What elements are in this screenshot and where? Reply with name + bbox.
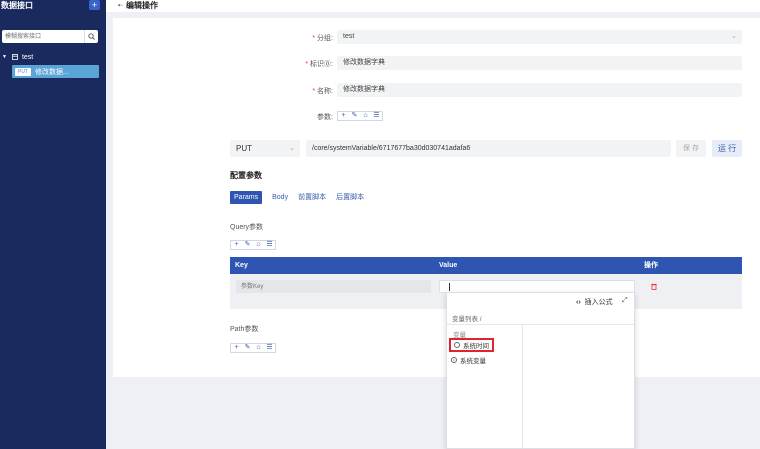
sidebar-search [2, 30, 98, 43]
sidebar-group-test[interactable]: ▼ test [2, 52, 33, 62]
expand-icon[interactable]: ⤢ [622, 297, 628, 305]
popup-header: ‹› 插入公式 ⤢ [447, 293, 634, 311]
text-cursor [449, 283, 450, 291]
path-toolbar: + ✎ ⌂ ☰ [230, 343, 276, 353]
folder-icon [12, 54, 18, 60]
edit-icon[interactable]: ✎ [242, 241, 253, 249]
insert-formula-button[interactable]: ‹› 插入公式 [576, 297, 613, 307]
edit-icon[interactable]: ✎ [349, 112, 360, 120]
name-label: * 名称: [312, 88, 333, 95]
path-title: Path参数 [230, 326, 259, 333]
column-key: Key [235, 262, 248, 269]
config-title: 配置参数 [230, 171, 262, 180]
group-select[interactable]: test ⌄ [337, 30, 742, 44]
divider [522, 324, 523, 448]
delete-icon[interactable]: ⌂ [253, 344, 264, 352]
variable-system-variable[interactable]: • 系统变量 [451, 354, 486, 365]
trash-icon[interactable] [651, 283, 657, 290]
search-input[interactable] [2, 30, 84, 43]
method-badge: PUT [15, 67, 31, 76]
query-toolbar: + ✎ ⌂ ☰ [230, 240, 276, 250]
sidebar-item-label: 修改数据... [35, 68, 69, 76]
query-title: Query参数 [230, 224, 264, 231]
list-icon[interactable]: ☰ [264, 344, 275, 352]
column-value: Value [439, 262, 458, 269]
url-field[interactable]: /core/systemVariable/6717677ba30d030741a… [306, 140, 671, 157]
tab-params[interactable]: Params [230, 191, 263, 204]
add-icon[interactable]: + [231, 344, 242, 352]
config-tabs: Params Body 前置脚本 后置脚本 [230, 191, 374, 204]
variable-popup: ‹› 插入公式 ⤢ 变量列表 / 变量 系统时间 • 系统变量 [446, 292, 635, 449]
save-button[interactable]: 保 存 [676, 140, 706, 157]
caret-down-icon: ▼ [2, 54, 7, 60]
search-icon [88, 33, 95, 40]
search-button[interactable] [84, 30, 98, 43]
list-icon[interactable]: ☰ [371, 112, 382, 120]
topbar: ⇠ 编辑操作 [106, 0, 760, 12]
main-card [113, 18, 760, 377]
name-field[interactable]: 修改数据字典 [337, 83, 742, 97]
method-select[interactable]: PUT ⌄ [230, 140, 300, 157]
sidebar: 数据接口 + ▼ test PUT 修改数据... [0, 0, 106, 449]
clock-icon [454, 342, 460, 348]
params-toolbar: + ✎ ⌂ ☰ [337, 111, 383, 121]
page-title-text: 编辑操作 [126, 1, 159, 10]
edit-icon[interactable]: ✎ [242, 344, 253, 352]
add-icon[interactable]: + [338, 112, 349, 120]
list-icon[interactable]: ☰ [264, 241, 275, 249]
key-input[interactable] [236, 280, 431, 293]
page-title: ⇠ 编辑操作 [118, 0, 158, 11]
variable-icon: • [451, 356, 457, 363]
column-action: 操作 [644, 262, 658, 269]
query-table-header: Key Value 操作 [230, 257, 742, 274]
params-label: 参数: [317, 114, 333, 121]
add-icon[interactable]: + [231, 241, 242, 249]
sidebar-item-modify[interactable]: PUT 修改数据... [12, 65, 99, 78]
tab-pre-script[interactable]: 前置脚本 [298, 191, 326, 204]
back-arrow-icon[interactable]: ⇠ [118, 2, 123, 9]
divider [447, 324, 634, 325]
sidebar-group-label: test [21, 53, 34, 61]
chevron-down-icon: ⌄ [731, 33, 737, 40]
add-interface-button[interactable]: + [89, 0, 100, 10]
sidebar-header: 数据接口 + [0, 0, 106, 12]
run-button[interactable]: 运 行 [712, 140, 742, 157]
code-icon: ‹› [576, 298, 581, 306]
identifier-field[interactable]: 修改数据字典 [337, 56, 742, 70]
tab-post-script[interactable]: 后置脚本 [336, 191, 364, 204]
tab-body[interactable]: Body [272, 191, 288, 204]
delete-icon[interactable]: ⌂ [360, 112, 371, 120]
chevron-down-icon: ⌄ [289, 145, 295, 152]
group-label: * 分组: [312, 35, 333, 42]
popup-breadcrumb: 变量列表 / [452, 316, 482, 323]
sidebar-title: 数据接口 [1, 1, 33, 10]
delete-icon[interactable]: ⌂ [253, 241, 264, 249]
identifier-label: * 标识⓪: [305, 61, 333, 68]
variable-system-time[interactable]: 系统时间 [449, 338, 494, 352]
